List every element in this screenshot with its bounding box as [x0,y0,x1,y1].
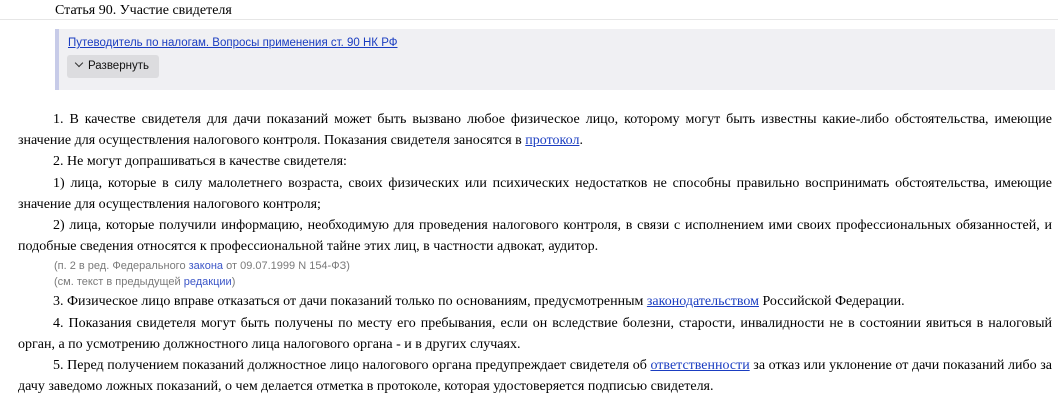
paragraph-4: 4. Показания свидетеля могут быть получе… [18,315,1052,352]
responsibility-link[interactable]: ответственности [650,358,749,373]
expand-button[interactable]: Развернуть [67,55,159,78]
divider [0,19,1058,20]
chevron-down-icon [74,58,84,68]
law-link[interactable]: закона [189,260,223,272]
paragraph-2: 2. Не могут допрашиваться в качестве сви… [53,154,347,170]
note-text: (п. 2 в ред. Федерального [54,260,189,273]
paragraph-2-2: 2) лица, которые получили информацию, не… [18,218,1052,255]
legislation-link[interactable]: законодательством [647,294,759,309]
paragraph-5: 5. Перед получением показаний должностно… [18,355,1052,397]
guide-panel: Путеводитель по налогам. Вопросы примене… [55,29,1055,90]
guide-link[interactable]: Путеводитель по налогам. Вопросы примене… [68,36,397,51]
paragraph-text: . [579,133,583,149]
amendment-note: (п. 2 в ред. Федерального закона от 09.0… [18,258,1052,274]
article-title: Статья 90. Участие свидетеля [55,3,232,18]
edition-link[interactable]: редакции [184,276,232,288]
note-text: ) [231,276,236,289]
paragraph-text: Российской Федерации. [758,294,905,310]
note-text: (см. текст в предыдущей [54,276,184,289]
paragraph-1: 1. В качестве свидетеля для дачи показан… [18,109,1052,151]
paragraph-text: 5. Перед получением показаний должностно… [53,358,651,374]
protocol-link[interactable]: протокол [525,133,579,148]
paragraph-text: 3. Физическое лицо вправе отказаться от … [53,294,647,310]
expand-button-label: Развернуть [88,60,149,72]
article-body: 1. В качестве свидетеля для дачи показан… [18,109,1052,397]
note-text: от 09.07.1999 N 154-ФЗ) [223,260,350,273]
previous-edition-note: (см. текст в предыдущей редакции) [18,274,1052,290]
paragraph-2-1: 1) лица, которые в силу малолетнего возр… [18,175,1052,212]
paragraph-3: 3. Физическое лицо вправе отказаться от … [18,291,1052,312]
